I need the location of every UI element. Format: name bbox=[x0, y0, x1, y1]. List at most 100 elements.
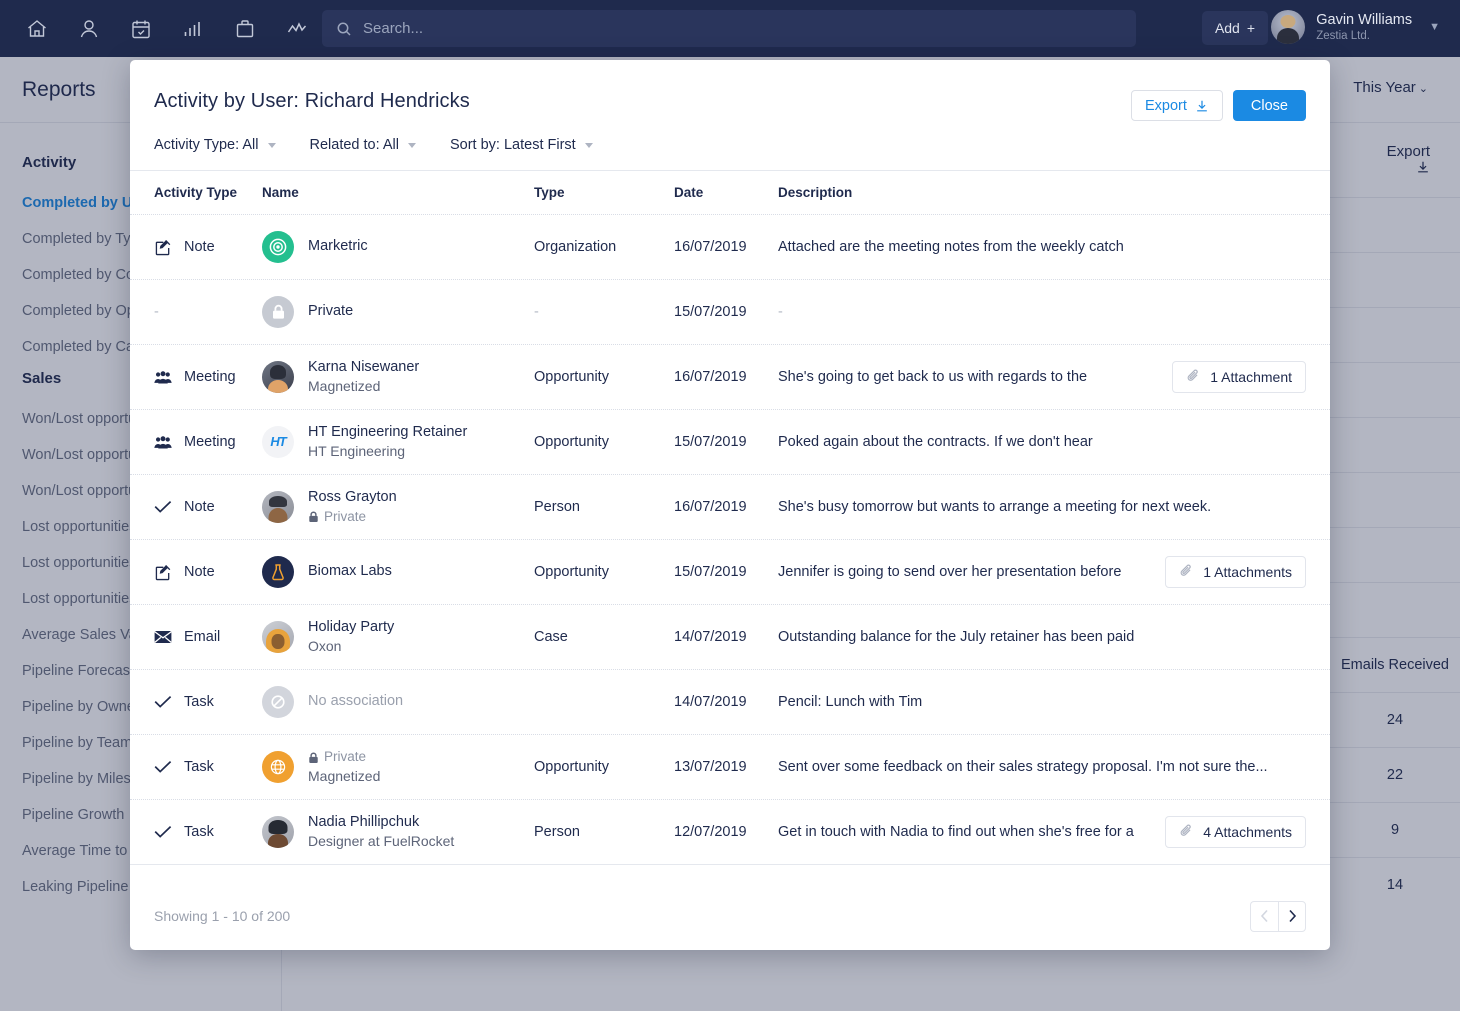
related-to-filter[interactable]: Related to: All bbox=[310, 137, 416, 153]
cell-activity-type: Note bbox=[130, 239, 262, 256]
avatar bbox=[1271, 10, 1306, 44]
chevron-down-icon: ▼ bbox=[1429, 21, 1440, 33]
pagination-controls[interactable] bbox=[1250, 900, 1306, 932]
chevron-down-icon bbox=[584, 142, 593, 148]
activity-type-label: - bbox=[154, 304, 159, 320]
description-text: Pencil: Lunch with Tim bbox=[778, 694, 923, 710]
user-company: Zestia Ltd. bbox=[1316, 29, 1370, 42]
chevron-left-icon bbox=[1260, 909, 1268, 923]
cell-date: 14/07/2019 bbox=[674, 693, 778, 711]
attachment-chip[interactable]: 1 Attachments bbox=[1165, 556, 1306, 588]
activity-type-label: Task bbox=[184, 824, 214, 840]
record-subtitle: Magnetized bbox=[308, 767, 381, 784]
date-value: 16/07/2019 bbox=[674, 369, 747, 385]
table-row[interactable]: Task Private Magnetized Opportunity 13/07/20… bbox=[130, 735, 1330, 800]
attachment-chip[interactable]: 4 Attachments bbox=[1165, 816, 1306, 848]
global-search[interactable]: Search... bbox=[322, 10, 1136, 47]
cell-type: Organization bbox=[534, 238, 674, 256]
description-text: Outstanding balance for the July retaine… bbox=[778, 629, 1135, 645]
table-row[interactable]: Email Holiday Party Oxon Case 14/07/2019 Outs… bbox=[130, 605, 1330, 670]
close-button[interactable]: Close bbox=[1232, 90, 1306, 121]
activity-modal: Activity by User: Richard Hendricks Expo… bbox=[130, 60, 1330, 950]
description-text: She's busy tomorrow but wants to arrange… bbox=[778, 499, 1212, 515]
record-name[interactable]: Nadia Phillipchuk bbox=[308, 813, 454, 833]
cell-date: 15/07/2019 bbox=[674, 563, 778, 581]
person-icon[interactable] bbox=[68, 9, 110, 49]
home-icon[interactable] bbox=[16, 9, 58, 49]
table-row[interactable]: Note Ross Grayton Private Person 16/07/2019 S… bbox=[130, 475, 1330, 540]
record-name[interactable]: No association bbox=[308, 692, 403, 712]
cell-description: - bbox=[778, 304, 1330, 320]
table-row[interactable]: Task Nadia Phillipchuk Designer at FuelRoc… bbox=[130, 800, 1330, 865]
type-value: Opportunity bbox=[534, 564, 609, 580]
check-icon bbox=[154, 825, 172, 839]
download-icon bbox=[1197, 100, 1207, 111]
avatar bbox=[262, 750, 294, 783]
paperclip-icon bbox=[1186, 368, 1201, 386]
record-name[interactable]: Ross Grayton bbox=[308, 488, 397, 508]
record-name[interactable]: Marketric bbox=[308, 237, 368, 257]
table-row[interactable]: - Private - 15/07/2019 - bbox=[130, 280, 1330, 345]
add-button[interactable]: Add + bbox=[1202, 11, 1268, 45]
record-name[interactable]: Private bbox=[308, 748, 380, 766]
cell-description: Poked again about the contracts. If we d… bbox=[778, 434, 1330, 450]
record-name[interactable]: Karna Nisewaner bbox=[308, 358, 419, 378]
cell-name: Nadia Phillipchuk Designer at FuelRocket bbox=[262, 813, 534, 851]
table-row[interactable]: Meeting Karna Nisewaner Magnetized Opportun… bbox=[130, 345, 1330, 410]
description-text: - bbox=[778, 304, 783, 320]
type-value: Person bbox=[534, 824, 580, 840]
record-name[interactable]: HT Engineering Retainer bbox=[308, 423, 467, 443]
cell-activity-type: Note bbox=[130, 564, 262, 581]
table-row[interactable]: Note Marketric Organization 16/07/2019 Attac… bbox=[130, 215, 1330, 280]
table-header-row: Activity Type Name Type Date Description bbox=[130, 171, 1330, 215]
previous-page-button[interactable] bbox=[1250, 900, 1278, 932]
cell-date: 15/07/2019 bbox=[674, 303, 778, 321]
date-value: 13/07/2019 bbox=[674, 759, 747, 775]
cell-type: Case bbox=[534, 628, 674, 646]
calendar-icon[interactable] bbox=[120, 9, 162, 49]
activity-type-label: Note bbox=[184, 564, 215, 580]
export-button[interactable]: Export bbox=[1131, 90, 1223, 121]
type-value: Opportunity bbox=[534, 434, 609, 450]
briefcase-icon[interactable] bbox=[224, 9, 266, 49]
paperclip-icon bbox=[1179, 563, 1194, 581]
related-to-filter-label: Related to: All bbox=[309, 137, 399, 153]
date-value: 12/07/2019 bbox=[674, 824, 747, 840]
cell-name: No association bbox=[262, 686, 534, 718]
user-menu[interactable]: Gavin Williams Zestia Ltd. ▼ bbox=[1271, 10, 1440, 44]
search-input-placeholder[interactable]: Search... bbox=[363, 20, 423, 37]
record-name[interactable]: Private bbox=[308, 302, 353, 322]
next-page-button[interactable] bbox=[1278, 900, 1306, 932]
record-subtitle: HT Engineering bbox=[308, 443, 406, 460]
record-name[interactable]: Holiday Party bbox=[308, 618, 394, 638]
search-icon bbox=[336, 21, 352, 37]
bar-chart-icon[interactable] bbox=[172, 9, 214, 49]
record-name[interactable]: Biomax Labs bbox=[308, 562, 392, 582]
avatar bbox=[262, 620, 294, 653]
type-value: Opportunity bbox=[534, 759, 609, 775]
table-row[interactable]: Note Biomax Labs Opportunity 15/07/2019 Jenn… bbox=[130, 540, 1330, 605]
cell-name: Marketric bbox=[262, 231, 534, 263]
cell-description: She's busy tomorrow but wants to arrange… bbox=[778, 499, 1330, 515]
attachment-count-label: 4 Attachments bbox=[1203, 824, 1292, 840]
cell-activity-type: - bbox=[130, 304, 262, 320]
description-text: Get in touch with Nadia to find out when… bbox=[778, 824, 1134, 840]
close-button-label: Close bbox=[1250, 97, 1288, 114]
activity-type-label: Note bbox=[184, 499, 215, 515]
sort-by-filter[interactable]: Sort by: Latest First bbox=[450, 137, 593, 153]
attachment-chip[interactable]: 1 Attachment bbox=[1172, 361, 1306, 393]
table-row[interactable]: Task No association 14/07/2019 Pencil: Lunc… bbox=[130, 670, 1330, 735]
user-name: Gavin Williams bbox=[1316, 11, 1413, 28]
private-label: Private bbox=[324, 508, 367, 524]
cell-date: 16/07/2019 bbox=[674, 368, 778, 386]
activity-type-filter[interactable]: Activity Type: All bbox=[154, 137, 276, 153]
paperclip-icon bbox=[1187, 369, 1199, 381]
record-subtitle: Oxon bbox=[308, 638, 342, 655]
table-row[interactable]: Meeting HT HT Engineering Retainer HT Engin… bbox=[130, 410, 1330, 475]
attachment-count-label: 1 Attachments bbox=[1203, 564, 1292, 580]
check-icon bbox=[154, 500, 172, 514]
line-chart-icon[interactable] bbox=[276, 9, 318, 49]
cell-name: Ross Grayton Private bbox=[262, 488, 534, 526]
column-header-activity-type: Activity Type bbox=[154, 185, 238, 200]
cell-description: Jennifer is going to send over her prese… bbox=[778, 556, 1330, 588]
